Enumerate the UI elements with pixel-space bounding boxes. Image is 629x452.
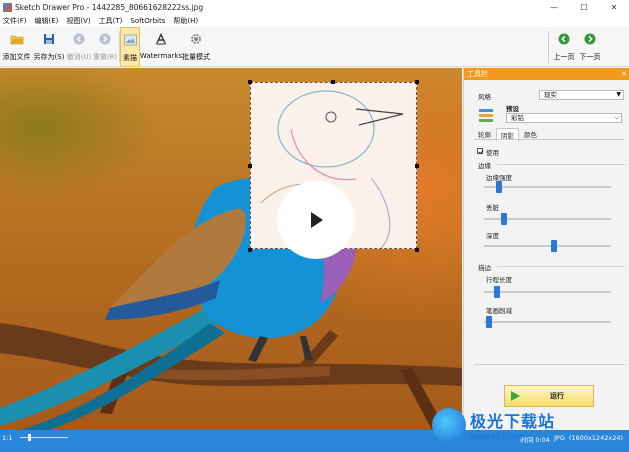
panel-title: 工具栏 (467, 70, 488, 78)
play-icon (311, 212, 323, 228)
maximize-button[interactable]: ☐ (569, 0, 599, 15)
redo-button[interactable]: 重做(R) (92, 27, 118, 67)
preset-select[interactable]: 彩铅 ⌵ (506, 113, 622, 123)
arrow-right-icon (511, 391, 520, 401)
watermark-site-name: 极光下载站 (470, 412, 556, 431)
next-page-button[interactable]: 下一页 (578, 27, 602, 67)
resize-handle[interactable] (331, 80, 335, 84)
window-title: Sketch Drawer Pro - 1442285_80661628222s… (15, 3, 204, 12)
toolbar-separator (548, 31, 549, 63)
batch-mode-button[interactable]: 批量模式 (181, 27, 211, 67)
menu-softorbits[interactable]: SoftOrbits (130, 17, 165, 25)
arrow-right-icon (582, 31, 598, 47)
use-checkbox[interactable] (477, 148, 484, 155)
chevron-down-icon: ⌵ (614, 114, 619, 121)
menu-edit[interactable]: 编辑(E) (35, 16, 59, 26)
slider-track (484, 245, 611, 247)
watermark-logo-icon (432, 407, 466, 442)
stroke-width-label: 笔画削减 (486, 307, 512, 315)
site-watermark: 极光下载站 www.xz7.com (432, 402, 627, 447)
tone-label: 深度 (486, 232, 499, 240)
preset-label: 预设 (506, 105, 519, 113)
preset-icon (478, 107, 494, 125)
panel-header: 工具栏 ✕ (464, 68, 629, 80)
prev-page-button[interactable]: 上一页 (552, 27, 576, 67)
sharpness-label: 丢脏 (486, 204, 499, 212)
undo-arrow-icon (71, 31, 87, 47)
slider-thumb[interactable] (496, 181, 503, 193)
slider-thumb[interactable] (500, 213, 507, 225)
style-select[interactable]: 现实 ▼ (539, 90, 624, 100)
text-a-icon (153, 31, 169, 47)
tool-panel: 工具栏 ✕ 风格 现实 ▼ 预设 彩铅 ⌵ 轮廓 阴影 颜色 使用 边缘 边缘强… (463, 68, 629, 430)
menu-file[interactable]: 文件(F) (3, 16, 27, 26)
sketch-image-icon (122, 32, 138, 48)
menu-help[interactable]: 帮助(H) (173, 16, 198, 26)
menu-view[interactable]: 视图(V) (66, 16, 90, 26)
menu-bar: 文件(F) 编辑(E) 视图(V) 工具(T) SoftOrbits 帮助(H) (0, 15, 629, 27)
use-label: 使用 (486, 149, 499, 157)
chevron-down-icon: ▼ (616, 91, 621, 98)
resize-handle[interactable] (248, 248, 252, 252)
arrow-left-icon (556, 31, 572, 47)
stroke-length-slider[interactable] (484, 286, 611, 298)
window-controls: — ☐ ✕ (539, 0, 629, 15)
app-logo-icon (3, 3, 12, 12)
slider-track (484, 291, 611, 293)
resize-handle[interactable] (415, 80, 419, 84)
edge-strength-slider[interactable] (484, 181, 611, 193)
play-button[interactable] (277, 181, 355, 259)
tone-slider[interactable] (484, 240, 611, 252)
style-label: 风格 (478, 93, 491, 101)
zoom-level: 1:1 (2, 434, 13, 442)
save-as-button[interactable]: 另存为(S) (33, 27, 65, 67)
slider-thumb[interactable] (493, 286, 500, 298)
add-file-button[interactable]: 添加文件 (1, 27, 32, 67)
check-icon (478, 150, 484, 155)
stroke-length-label: 行程长度 (486, 276, 512, 284)
watermark-url: www.xz7.com (470, 432, 526, 441)
group-divider (497, 266, 625, 267)
sharpness-slider[interactable] (484, 213, 611, 225)
group-divider (497, 164, 625, 165)
folder-open-icon (9, 31, 25, 47)
slider-thumb[interactable] (486, 316, 493, 328)
close-button[interactable]: ✕ (599, 0, 629, 15)
redo-arrow-icon (97, 31, 113, 47)
resize-handle[interactable] (415, 164, 419, 168)
stroke-group-label: 描边 (478, 264, 491, 272)
slider-track (484, 186, 611, 188)
image-canvas[interactable] (0, 68, 462, 430)
resize-handle[interactable] (248, 164, 252, 168)
stroke-width-slider[interactable] (484, 316, 611, 328)
watermarks-button[interactable]: Watermarks (140, 27, 182, 67)
gear-icon (188, 31, 204, 47)
zoom-slider-thumb[interactable] (28, 434, 31, 441)
tab-divider (474, 139, 624, 140)
minimize-button[interactable]: — (539, 0, 569, 15)
panel-close-icon[interactable]: ✕ (621, 68, 627, 80)
panel-divider (474, 364, 625, 365)
sketch-button[interactable]: 素描 (120, 27, 140, 67)
edges-group-label: 边缘 (478, 162, 491, 170)
menu-tools[interactable]: 工具(T) (99, 16, 123, 26)
title-bar: Sketch Drawer Pro - 1442285_80661628222s… (0, 0, 629, 15)
save-disk-icon (41, 31, 57, 47)
slider-thumb[interactable] (550, 240, 557, 252)
resize-handle[interactable] (415, 248, 419, 252)
undo-button[interactable]: 撤消(U) (66, 27, 92, 67)
slider-track (484, 321, 611, 323)
resize-handle[interactable] (248, 80, 252, 84)
toolbar: 添加文件 另存为(S) 撤消(U) 重做(R) 素描 Watermarks 批量… (0, 27, 629, 67)
